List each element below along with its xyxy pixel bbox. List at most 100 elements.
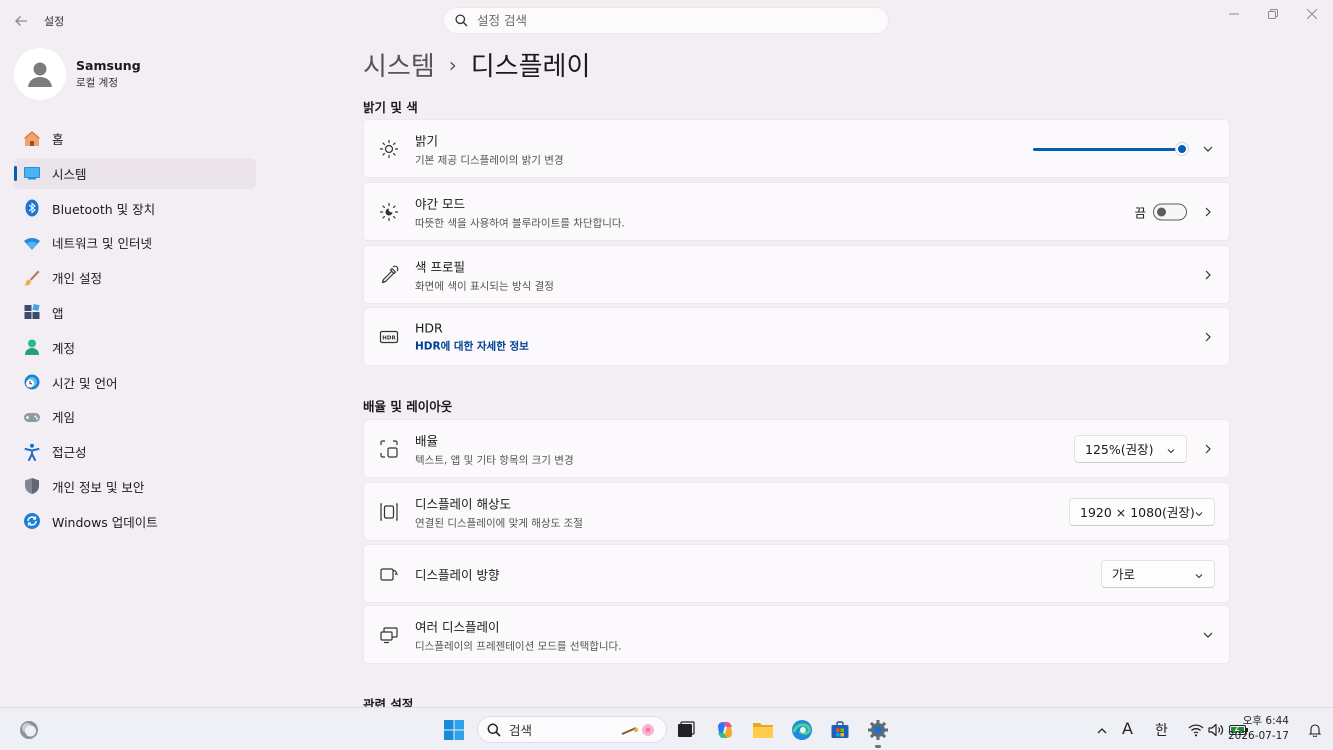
- weather-widget-button[interactable]: [16, 717, 42, 743]
- chevron-down-icon[interactable]: [1201, 142, 1215, 156]
- home-icon: [22, 129, 42, 149]
- minimize-button[interactable]: [1214, 4, 1254, 24]
- copilot-button[interactable]: [712, 717, 738, 743]
- chevron-down-icon: [1166, 444, 1176, 459]
- breadcrumb-separator: ›: [448, 52, 457, 77]
- sidebar-item-label: 계정: [52, 340, 76, 356]
- sidebar-item-home[interactable]: 홈: [14, 123, 256, 154]
- resolution-icon: [378, 501, 400, 523]
- brightness-slider-thumb[interactable]: [1175, 141, 1189, 156]
- close-button[interactable]: [1292, 4, 1332, 24]
- resolution-subtitle: 연결된 디스플레이에 맞게 해상도 조절: [415, 517, 583, 529]
- orientation-dropdown[interactable]: 가로: [1101, 559, 1215, 588]
- resolution-dropdown[interactable]: 1920 × 1080(권장): [1069, 497, 1215, 526]
- sidebar-item-network[interactable]: 네트워크 및 인터넷: [14, 227, 256, 258]
- breadcrumb-parent[interactable]: 시스템: [363, 46, 435, 83]
- search-icon: [487, 723, 501, 737]
- orientation-icon: [378, 563, 400, 585]
- sidebar-nav: 홈 시스템 Bluetooth 및 장치 네트워크 및 인터넷 개인 설정 앱 …: [14, 123, 256, 541]
- back-arrow-icon: [15, 16, 27, 26]
- eyedropper-icon: [378, 264, 400, 286]
- hdr-card[interactable]: HDR HDR HDR에 대한 자세한 정보: [363, 307, 1230, 366]
- sidebar-item-system[interactable]: 시스템: [14, 157, 256, 189]
- night-light-subtitle: 따뜻한 색을 사용하여 블루라이트를 차단합니다.: [415, 217, 625, 229]
- avatar: [14, 48, 66, 100]
- task-view-icon: [678, 721, 695, 737]
- scale-title: 배율: [415, 433, 439, 448]
- account-icon: [22, 337, 42, 357]
- scale-card[interactable]: 배율 텍스트, 앱 및 기타 항목의 크기 변경 125%(권장): [363, 419, 1230, 478]
- taskbar-search-box[interactable]: 검색: [477, 716, 667, 743]
- multiple-displays-card[interactable]: 여러 디스플레이 디스플레이의 프레젠테이션 모드를 선택합니다.: [363, 605, 1230, 664]
- ime-mode-a[interactable]: A: [1122, 719, 1133, 738]
- color-profile-card[interactable]: 색 프로필 화면에 색이 표시되는 방식 결정: [363, 245, 1230, 304]
- sidebar-item-accounts[interactable]: 계정: [14, 332, 256, 363]
- orientation-title: 디스플레이 방향: [415, 567, 500, 582]
- file-explorer-button[interactable]: [750, 717, 776, 743]
- sidebar-item-bluetooth[interactable]: Bluetooth 및 장치: [14, 193, 256, 224]
- night-light-state-label: 끔: [1134, 205, 1146, 220]
- user-profile[interactable]: Samsung 로컬 계정: [14, 48, 141, 100]
- taskbar-clock[interactable]: 오후 6:44 2026-07-17: [1228, 714, 1289, 744]
- sidebar-item-label: 앱: [52, 305, 64, 321]
- edge-button[interactable]: [789, 717, 815, 743]
- chevron-down-icon: [1194, 569, 1204, 584]
- orientation-card[interactable]: 디스플레이 방향 가로: [363, 544, 1230, 603]
- settings-search-input[interactable]: [477, 13, 857, 28]
- sidebar-item-label: Windows 업데이트: [52, 514, 158, 530]
- chevron-down-icon: [1194, 507, 1204, 522]
- start-button[interactable]: [441, 717, 467, 743]
- sidebar-item-gaming[interactable]: 게임: [14, 401, 256, 432]
- night-light-toggle[interactable]: [1153, 203, 1187, 220]
- back-button[interactable]: [10, 10, 32, 32]
- brightness-card[interactable]: 밝기 기본 제공 디스플레이의 밝기 변경: [363, 119, 1230, 178]
- sidebar-item-label: 시간 및 언어: [52, 375, 118, 391]
- night-light-card[interactable]: 야간 모드 따뜻한 색을 사용하여 블루라이트를 차단합니다. 끔: [363, 182, 1230, 241]
- user-avatar-icon: [28, 62, 52, 87]
- sun-icon: [378, 138, 400, 160]
- chevron-down-icon[interactable]: [1201, 628, 1215, 642]
- settings-app-button[interactable]: [865, 717, 891, 748]
- sidebar-item-time-language[interactable]: 시간 및 언어: [14, 367, 256, 398]
- hdr-title: HDR: [415, 320, 443, 335]
- sidebar-item-label: 개인 정보 및 보안: [52, 479, 145, 495]
- show-hidden-icons-button[interactable]: [1089, 718, 1115, 744]
- color-profile-title: 색 프로필: [415, 259, 465, 274]
- resolution-card[interactable]: 디스플레이 해상도 연결된 디스플레이에 맞게 해상도 조절 1920 × 10…: [363, 482, 1230, 541]
- copilot-icon: [718, 722, 732, 738]
- apps-icon: [22, 302, 42, 322]
- accessibility-icon: [22, 442, 42, 462]
- title-bar: 설정: [0, 0, 1333, 42]
- minimize-icon: [1229, 13, 1239, 15]
- chevron-right-icon[interactable]: [1201, 205, 1215, 219]
- clock-date: 2026-07-17: [1227, 730, 1289, 742]
- chevron-right-icon[interactable]: [1201, 442, 1215, 456]
- scale-icon: [378, 438, 400, 460]
- task-view-button[interactable]: [673, 717, 699, 743]
- sidebar-item-personalization[interactable]: 개인 설정: [14, 262, 256, 293]
- store-bag-icon: [831, 721, 849, 738]
- brightness-slider[interactable]: [1033, 141, 1189, 157]
- app-title: 설정: [44, 15, 65, 28]
- scale-dropdown[interactable]: 125%(권장): [1074, 434, 1187, 463]
- chevron-right-icon[interactable]: [1201, 268, 1215, 282]
- sidebar-item-label: 접근성: [52, 445, 87, 461]
- notification-button[interactable]: [1305, 720, 1325, 740]
- sidebar-item-label: 네트워크 및 인터넷: [52, 236, 152, 252]
- sidebar-item-privacy[interactable]: 개인 정보 및 보안: [14, 471, 256, 502]
- sidebar-item-windows-update[interactable]: Windows 업데이트: [14, 506, 256, 537]
- brush-icon: [22, 268, 42, 288]
- settings-search-box[interactable]: [443, 7, 889, 34]
- sidebar-item-label: Bluetooth 및 장치: [52, 201, 156, 217]
- ime-mode-hangul[interactable]: 한: [1155, 720, 1168, 740]
- sidebar-item-apps[interactable]: 앱: [14, 297, 256, 328]
- chevron-right-icon[interactable]: [1201, 330, 1215, 344]
- store-button[interactable]: [827, 717, 853, 743]
- hdr-learn-more-link[interactable]: HDR에 대한 자세한 정보: [415, 338, 529, 353]
- scale-subtitle: 텍스트, 앱 및 기타 항목의 크기 변경: [415, 454, 574, 466]
- sidebar-item-accessibility[interactable]: 접근성: [14, 436, 256, 467]
- wifi-icon: [22, 233, 42, 253]
- bell-icon: [1308, 724, 1322, 737]
- brightness-slider-fill: [1033, 147, 1182, 151]
- restore-button[interactable]: [1253, 4, 1293, 24]
